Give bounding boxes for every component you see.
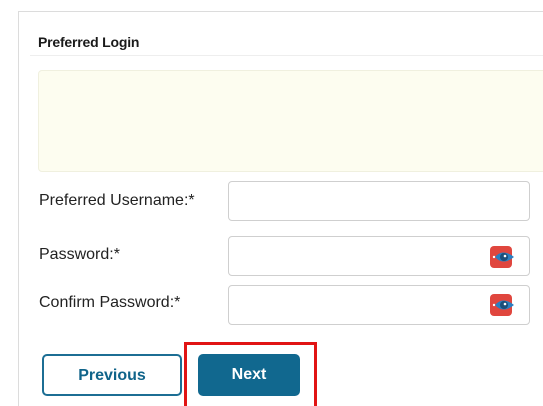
password-input[interactable] xyxy=(228,236,530,276)
eye-toggle-icon[interactable] xyxy=(490,246,516,268)
confirm-password-input[interactable] xyxy=(228,285,530,325)
password-label: Password:* xyxy=(39,246,120,263)
next-button[interactable]: Next xyxy=(198,354,300,396)
username-input[interactable] xyxy=(228,181,530,221)
section-divider xyxy=(30,55,543,56)
eye-toggle-icon[interactable] xyxy=(490,294,516,316)
notice-box xyxy=(38,70,543,172)
confirm-password-label: Confirm Password:* xyxy=(39,294,181,311)
previous-button[interactable]: Previous xyxy=(42,354,182,396)
section-title: Preferred Login xyxy=(38,34,140,50)
username-label: Preferred Username:* xyxy=(39,192,195,209)
page: Preferred Login Preferred Username:* Pas… xyxy=(0,0,543,406)
